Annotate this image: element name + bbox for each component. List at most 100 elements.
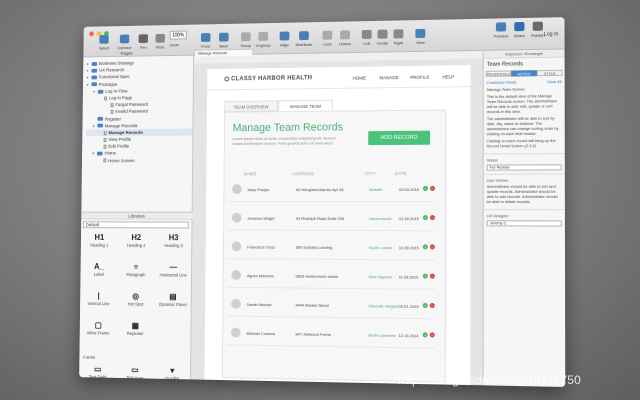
status-select[interactable]: For Review bbox=[486, 164, 562, 171]
library-widget[interactable]: | Vertical Line bbox=[80, 290, 117, 312]
edit-record-icon[interactable]: + bbox=[422, 273, 428, 279]
unlock-icon bbox=[340, 30, 350, 40]
table-row[interactable]: Daniel Mendel 4444 Market Street Marcelle … bbox=[227, 298, 435, 315]
table-row[interactable]: Michael Cowens 347 Jedwood Forme North Lak… bbox=[227, 326, 435, 344]
add-record-button[interactable]: ADD RECORD bbox=[368, 130, 431, 146]
lock-icon bbox=[322, 30, 333, 40]
column-city[interactable]: CITY bbox=[365, 171, 376, 176]
cell-city: Bellville bbox=[369, 186, 383, 193]
library-widget[interactable]: A_ Label bbox=[80, 261, 117, 283]
tab-manage-team[interactable]: MANAGE TEAM bbox=[278, 99, 333, 112]
tab-properties[interactable]: PROPERTIES bbox=[485, 70, 512, 77]
column-name[interactable]: NAME bbox=[244, 171, 257, 176]
tab-notes[interactable]: NOTES bbox=[511, 70, 537, 77]
label-icon: A_ bbox=[94, 262, 104, 272]
unlock-button[interactable]: Unlock bbox=[333, 30, 357, 46]
back-button[interactable]: Back bbox=[212, 32, 235, 49]
table-row[interactable]: Francisco Cross 854 Schulist Landing South… bbox=[228, 240, 435, 256]
library-widget[interactable]: ▾ Droplist bbox=[153, 365, 191, 384]
table-row[interactable]: Johanna Wright 94 Rudolph Road Suite 294 H… bbox=[228, 212, 435, 227]
align-right-button[interactable]: Right bbox=[386, 29, 410, 45]
delete-record-icon[interactable]: − bbox=[429, 273, 435, 279]
page-icon bbox=[103, 158, 107, 163]
edit-record-icon[interactable]: + bbox=[422, 185, 429, 191]
libraries-header: Libraries bbox=[81, 211, 193, 220]
library-widget[interactable]: ▤ Dynamic Panel bbox=[154, 291, 192, 313]
heading2-icon: H2 bbox=[131, 233, 142, 242]
column-date[interactable]: DATE bbox=[395, 171, 407, 176]
cell-name: Mary Phelps bbox=[247, 187, 270, 193]
note-text-1[interactable]: This is the default view of the Manage T… bbox=[484, 93, 565, 116]
ungroup-button[interactable]: Ungroup bbox=[252, 31, 275, 48]
delete-record-icon[interactable]: − bbox=[429, 302, 435, 309]
widget-label: Repeater bbox=[126, 330, 144, 337]
tree-item[interactable]: Home Screen bbox=[86, 157, 192, 164]
library-select[interactable]: Default bbox=[82, 221, 189, 229]
delete-record-icon[interactable]: − bbox=[429, 215, 435, 221]
edit-record-icon[interactable]: + bbox=[422, 332, 428, 338]
user-stories-text[interactable]: Administrator should be able to sort and… bbox=[484, 184, 565, 206]
delete-record-icon[interactable]: − bbox=[429, 332, 435, 338]
row-divider bbox=[227, 315, 435, 320]
text-field-icon: ▭ bbox=[94, 364, 102, 374]
page-icon bbox=[104, 96, 108, 101]
nav-profile[interactable]: PROFILE bbox=[410, 75, 429, 80]
clear-all-link[interactable]: Clear All bbox=[547, 80, 562, 84]
user-stories-label: User Stories bbox=[483, 173, 565, 184]
view-button[interactable]: View bbox=[408, 28, 432, 45]
cell-name: Johanna Wright bbox=[247, 215, 275, 221]
left-panel: ▸ Business Strategy ▸ UX Research ▸ Functiona… bbox=[79, 55, 195, 382]
library-widget[interactable]: — Horizontal Line bbox=[154, 262, 192, 284]
tab-style[interactable]: STYLE bbox=[536, 69, 563, 77]
cell-city: Marcelle Heights bbox=[368, 303, 399, 309]
tree-item-label: Prototype bbox=[98, 81, 118, 87]
library-widget[interactable]: ≡ Paragraph bbox=[117, 261, 154, 283]
tab-team-overview[interactable]: TEAM OVERVIEW bbox=[224, 100, 279, 112]
distribute-button[interactable]: Distribute bbox=[292, 31, 315, 47]
table-header: NAME ADDRESS CITY DATE bbox=[244, 171, 441, 180]
delete-record-icon[interactable]: − bbox=[429, 244, 435, 250]
note-text-3[interactable]: Clicking on each record will bring up th… bbox=[484, 138, 565, 151]
records-panel: Manage Team Records Lorem ipsum dolor si… bbox=[221, 109, 447, 383]
tree-item-label: Manage Records bbox=[108, 129, 143, 136]
library-widget[interactable]: H3 Heading 3 bbox=[155, 232, 193, 254]
library-widget[interactable]: ▦ Repeater bbox=[117, 320, 154, 342]
document-tab[interactable]: Manage Records bbox=[194, 48, 254, 57]
ux-designer-select[interactable]: Jeremy C. bbox=[486, 220, 562, 227]
nav-help[interactable]: HELP bbox=[442, 74, 454, 79]
login-link[interactable]: Log In bbox=[544, 31, 558, 37]
library-widget[interactable]: ▭ Text Area bbox=[116, 364, 153, 382]
page-tree: ▸ Business Strategy ▸ UX Research ▸ Functiona… bbox=[82, 56, 193, 164]
delete-record-icon[interactable]: − bbox=[430, 185, 436, 191]
select-tool-button[interactable]: Select bbox=[93, 34, 116, 51]
column-address[interactable]: ADDRESS bbox=[292, 171, 314, 176]
zoom-select[interactable]: 100% bbox=[169, 30, 187, 40]
widget-label: Heading 1 bbox=[90, 242, 109, 248]
brand-name: CLASSY HARBOR HEALTH bbox=[231, 75, 313, 83]
cell-date: 10.28.2015 bbox=[398, 245, 419, 251]
library-widget[interactable]: H1 Heading 1 bbox=[81, 232, 118, 254]
library-widget[interactable]: ◎ Hot Spot bbox=[117, 291, 154, 313]
note-text-2[interactable]: The administrator will be able to sort b… bbox=[484, 115, 565, 138]
tree-item-label: View Profile bbox=[108, 136, 132, 142]
customize-fields-link[interactable]: Customize Fields bbox=[487, 81, 517, 85]
table-row[interactable]: Mary Phelps 83 Wingland Alarms Apt 2A Bell… bbox=[228, 183, 436, 198]
table-row[interactable]: Agnes Martinez 6829 Heidenreich Island New… bbox=[227, 269, 435, 286]
page-icon bbox=[103, 144, 107, 149]
library-widget[interactable]: H2 Heading 2 bbox=[118, 232, 155, 254]
library-widget[interactable]: ▢ Inline Frame bbox=[80, 320, 117, 342]
library-widget[interactable]: ▭ Text Field bbox=[79, 363, 116, 381]
nav-home[interactable]: HOME bbox=[353, 76, 366, 81]
align-icon bbox=[279, 31, 290, 41]
cell-name: Agnes Martinez bbox=[246, 273, 274, 279]
edit-record-icon[interactable]: + bbox=[422, 302, 428, 309]
group-icon bbox=[241, 32, 251, 42]
forms-section-title[interactable]: Forms bbox=[83, 355, 95, 360]
nav-manage[interactable]: MANAGE bbox=[379, 75, 398, 80]
more-tools-button[interactable]: More bbox=[149, 33, 172, 50]
design-canvas[interactable]: CLASSY HARBOR HEALTH HOME MANAGE PROFILE… bbox=[190, 58, 483, 386]
edit-record-icon[interactable]: + bbox=[422, 215, 428, 221]
cell-city: South Lowell bbox=[368, 245, 392, 251]
edit-record-icon[interactable]: + bbox=[422, 244, 428, 250]
tree-item-label: Manage Records bbox=[104, 122, 138, 129]
